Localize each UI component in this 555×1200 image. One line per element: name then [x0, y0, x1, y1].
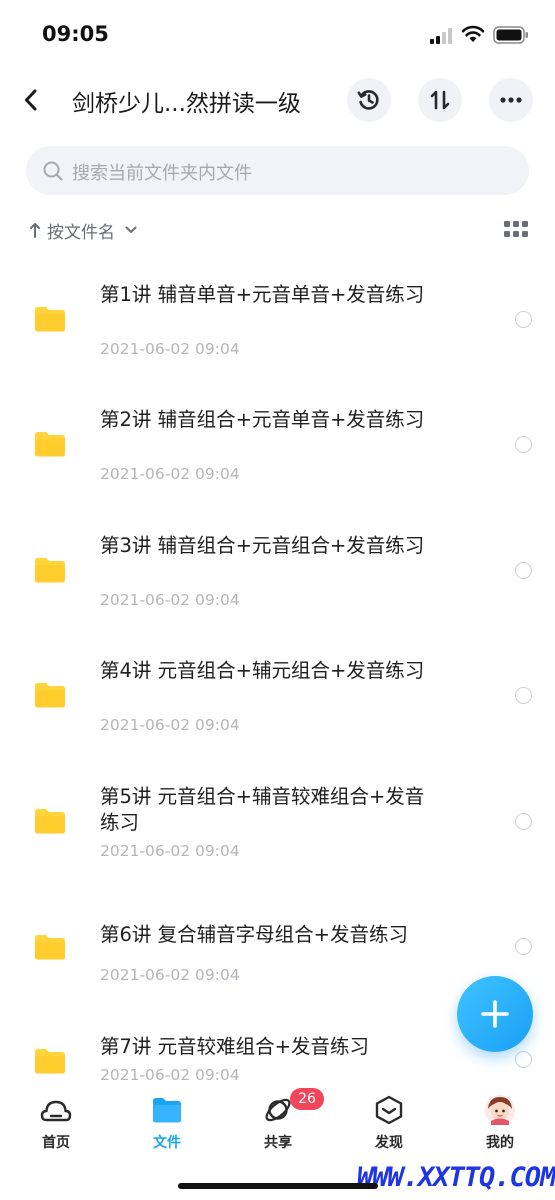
- folder-icon: [153, 1098, 181, 1123]
- nav-bar: 剑桥少儿...然拼读一级: [0, 72, 555, 128]
- file-name: 第3讲 辅音组合+元音组合+发音练习: [100, 534, 425, 557]
- sort-row: 按文件名: [28, 216, 528, 244]
- page-title: 剑桥少儿...然拼读一级: [72, 91, 301, 117]
- tab-profile[interactable]: 我的: [460, 1090, 540, 1154]
- notification-badge: 26: [290, 1088, 324, 1110]
- select-radio[interactable]: [515, 813, 532, 830]
- battery-icon: [493, 26, 528, 44]
- file-date: 2021-06-02 09:04: [100, 716, 240, 734]
- avatar-icon: [485, 1095, 515, 1125]
- file-date: 2021-06-02 09:04: [100, 1066, 240, 1084]
- home-indicator: [178, 1183, 378, 1189]
- history-button[interactable]: [347, 78, 391, 122]
- tab-label: 我的: [486, 1135, 514, 1151]
- folder-icon: [35, 809, 65, 834]
- plus-icon: [481, 1000, 509, 1028]
- tab-share[interactable]: 26 共享: [238, 1088, 324, 1154]
- search-icon: [43, 161, 63, 181]
- list-item[interactable]: 第1讲 辅音单音+元音单音+发音练习 2021-06-02 09:04: [0, 270, 555, 380]
- tab-label: 文件: [153, 1135, 181, 1151]
- more-button[interactable]: [489, 78, 533, 122]
- chevron-left-icon: [25, 89, 37, 111]
- select-radio[interactable]: [515, 687, 532, 704]
- more-icon: [500, 97, 522, 103]
- tab-label: 共享: [264, 1135, 292, 1151]
- file-name: 第6讲 复合辅音字母组合+发音练习: [100, 923, 408, 946]
- wifi-icon: [461, 25, 485, 42]
- file-name: 第7讲 元音较难组合+发音练习: [100, 1035, 369, 1058]
- folder-icon: [35, 307, 65, 332]
- sort-by-name-button[interactable]: 按文件名: [28, 216, 138, 244]
- file-date: 2021-06-02 09:04: [100, 842, 240, 860]
- tab-home[interactable]: 首页: [16, 1090, 96, 1154]
- list-item[interactable]: 第3讲 辅音组合+元音组合+发音练习 2021-06-02 09:04: [0, 521, 555, 631]
- file-name: 第4讲 元音组合+辅元组合+发音练习: [100, 659, 425, 682]
- back-button[interactable]: [14, 82, 48, 118]
- signal-icon: [430, 28, 452, 44]
- list-item[interactable]: 第2讲 辅音组合+元音单音+发音练习 2021-06-02 09:04: [0, 395, 555, 505]
- select-radio[interactable]: [515, 938, 532, 955]
- history-icon: [357, 90, 379, 110]
- tab-files[interactable]: 文件: [127, 1090, 207, 1154]
- folder-icon: [35, 558, 65, 583]
- tab-discover[interactable]: 发现: [349, 1090, 429, 1154]
- folder-icon: [35, 432, 65, 457]
- sort-transfer-icon: [430, 90, 450, 110]
- list-item[interactable]: 第5讲 元音组合+辅音较难组合+发音练习 2021-06-02 09:04: [0, 772, 555, 882]
- folder-icon: [35, 935, 65, 960]
- arrow-up-icon: [30, 223, 40, 238]
- watermark: WWW.XXTTQ.COM: [357, 1162, 555, 1193]
- select-radio[interactable]: [515, 1051, 532, 1068]
- list-item[interactable]: 第4讲 元音组合+辅元组合+发音练习 2021-06-02 09:04: [0, 646, 555, 756]
- file-date: 2021-06-02 09:04: [100, 591, 240, 609]
- add-button[interactable]: [457, 976, 533, 1052]
- grid-view-icon[interactable]: [504, 220, 528, 240]
- folder-icon: [35, 683, 65, 708]
- discover-icon: [375, 1095, 403, 1125]
- file-date: 2021-06-02 09:04: [100, 966, 240, 984]
- cloud-icon: [40, 1100, 72, 1122]
- file-date: 2021-06-02 09:04: [100, 465, 240, 483]
- sort-label: 按文件名: [47, 222, 115, 243]
- file-date: 2021-06-02 09:04: [100, 340, 240, 358]
- select-radio[interactable]: [515, 311, 532, 328]
- tab-label: 发现: [375, 1135, 403, 1151]
- chevron-down-icon: [125, 226, 137, 233]
- file-name: 第2讲 辅音组合+元音单音+发音练习: [100, 408, 425, 431]
- folder-icon: [35, 1049, 65, 1074]
- select-radio[interactable]: [515, 436, 532, 453]
- sort-transfer-button[interactable]: [418, 78, 462, 122]
- select-radio[interactable]: [515, 562, 532, 579]
- search-placeholder: 搜索当前文件夹内文件: [72, 163, 252, 184]
- search-input[interactable]: 搜索当前文件夹内文件: [26, 146, 529, 195]
- file-name: 第5讲 元音组合+辅音较难组合+发音练习: [100, 785, 425, 834]
- tab-label: 首页: [42, 1135, 70, 1151]
- file-name: 第1讲 辅音单音+元音单音+发音练习: [100, 283, 425, 306]
- status-time: 09:05: [42, 22, 109, 46]
- status-bar: 09:05: [0, 0, 555, 70]
